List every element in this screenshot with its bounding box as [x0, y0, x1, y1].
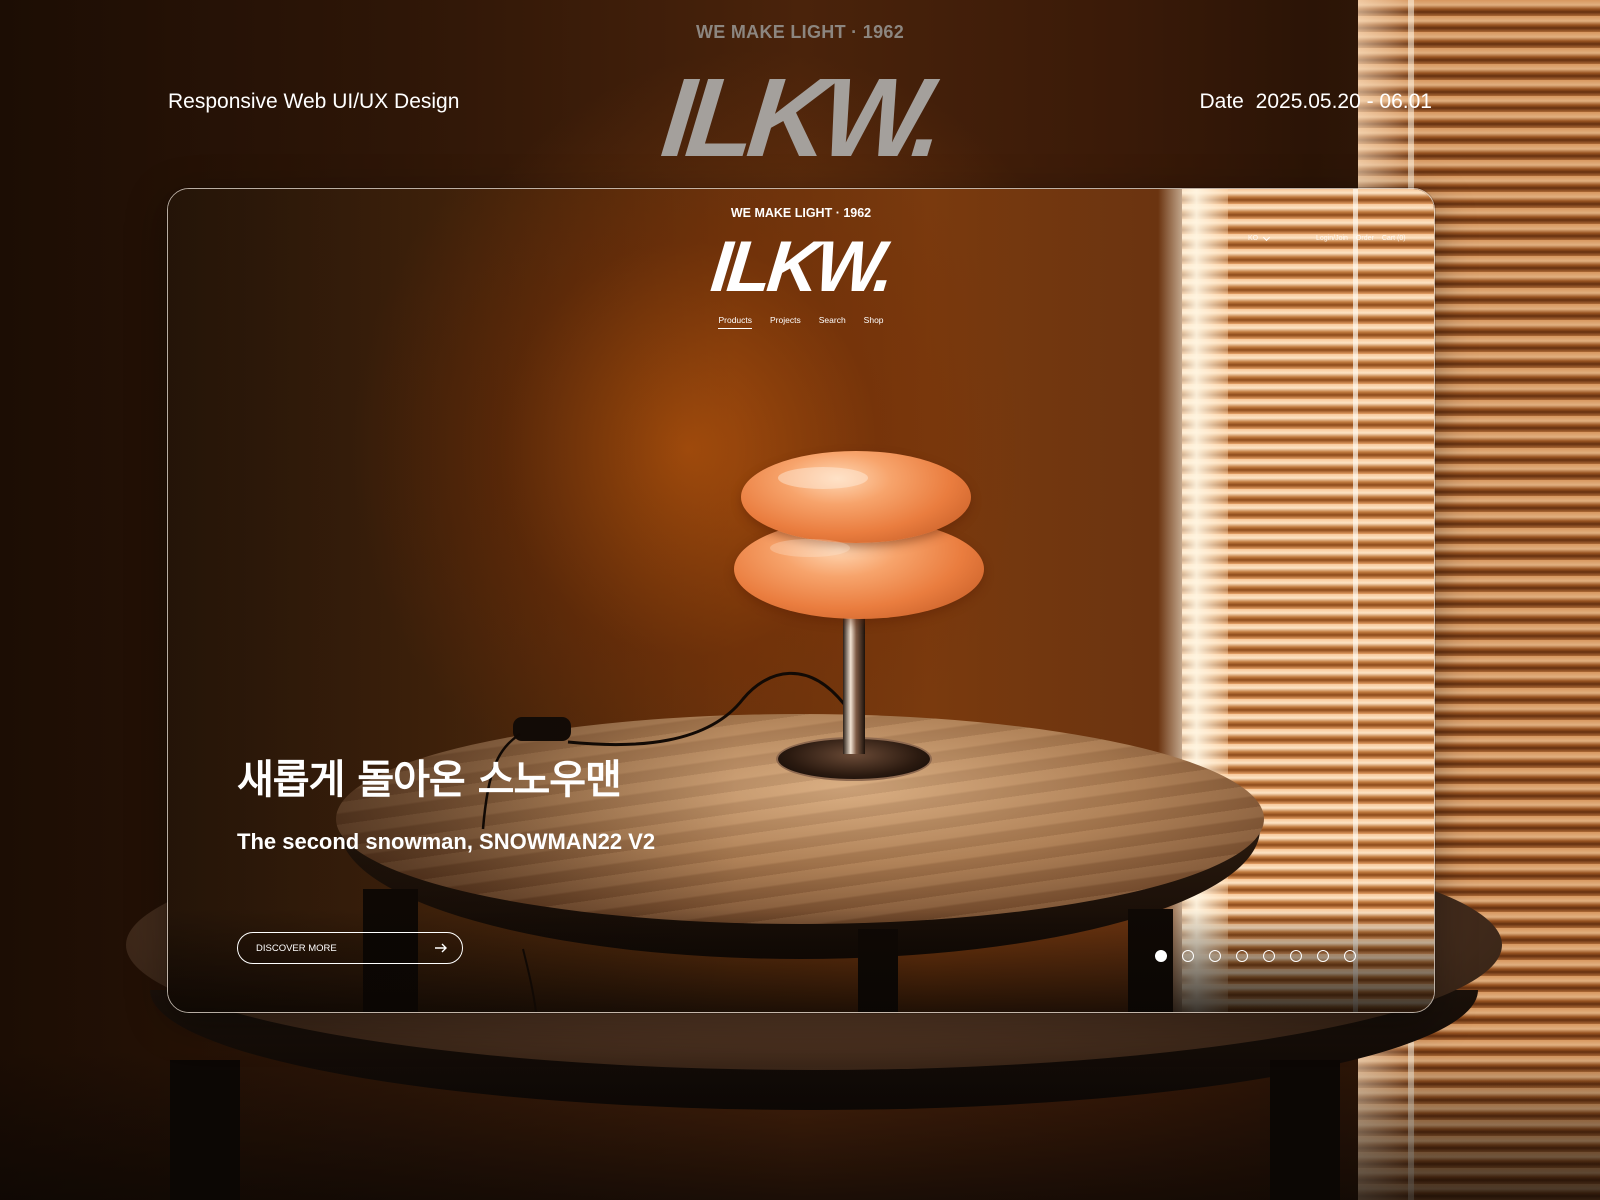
cart-link[interactable]: Cart (0) — [1382, 235, 1406, 242]
login-join-link[interactable]: Login/Join — [1316, 235, 1348, 242]
nav-item-products[interactable]: Products — [718, 315, 753, 329]
slide-dot-4[interactable] — [1236, 949, 1248, 962]
arrow-right-icon — [435, 943, 447, 953]
discover-more-button[interactable]: DISCOVER MORE — [237, 932, 463, 964]
chevron-down-icon — [1263, 233, 1271, 241]
slider-pagination — [1155, 949, 1356, 962]
nav-item-shop[interactable]: Shop — [864, 315, 884, 329]
slide-dot-1[interactable] — [1155, 949, 1167, 962]
slide-dot-2[interactable] — [1182, 949, 1194, 962]
hero-title: 새롭게 돌아온 스노우맨 — [237, 757, 622, 803]
nav-item-search[interactable]: Search — [819, 315, 846, 329]
order-link[interactable]: Order — [1356, 235, 1374, 242]
presentation-tagline: WE MAKE LIGHT · 1962 — [695, 22, 905, 42]
presentation-logo: ILKW. — [656, 55, 944, 180]
site-tagline: WE MAKE LIGHT · 1962 — [730, 206, 872, 220]
slide-dot-7[interactable] — [1317, 949, 1329, 962]
discover-more-label: DISCOVER MORE — [256, 942, 337, 954]
hero-photo — [168, 189, 1434, 1012]
site-logo[interactable]: ILKW. — [168, 227, 1434, 307]
language-selector[interactable]: KO — [1248, 233, 1271, 242]
website-mockup: WE MAKE LIGHT · 1962 ILKW. KO Login/Join… — [167, 188, 1435, 1013]
language-label: KO — [1248, 235, 1259, 242]
slide-dot-5[interactable] — [1263, 949, 1275, 962]
hero-subtitle: The second snowman, SNOWMAN22 V2 — [237, 829, 656, 854]
hero-text-overlay — [168, 189, 1434, 1012]
nav-item-projects[interactable]: Projects — [770, 315, 801, 329]
main-nav: Products Projects Search Shop — [168, 315, 1434, 329]
slide-dot-8[interactable] — [1344, 949, 1356, 962]
utility-links: Login/Join Order Cart (0) — [1316, 235, 1406, 242]
background-floor-shade — [0, 1050, 1600, 1200]
slide-dot-6[interactable] — [1290, 949, 1302, 962]
slide-dot-3[interactable] — [1209, 949, 1221, 962]
